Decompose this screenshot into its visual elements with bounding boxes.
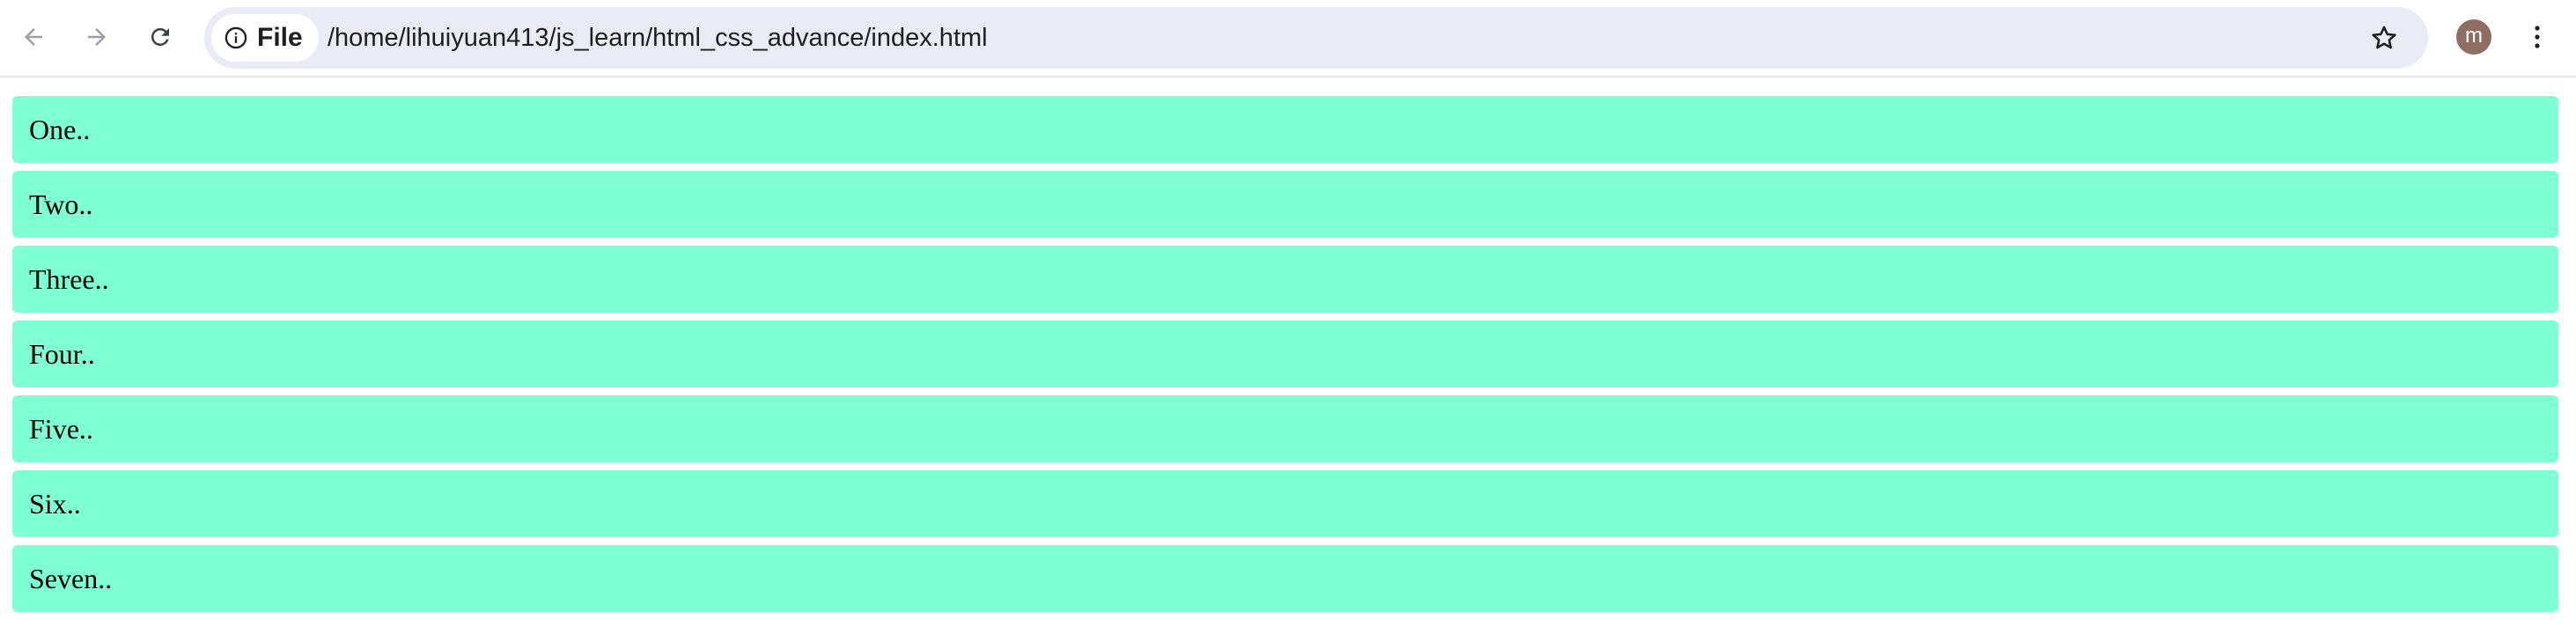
arrow-left-icon bbox=[25, 28, 42, 46]
forward-button[interactable] bbox=[77, 18, 116, 56]
list-item: Six.. bbox=[12, 470, 2558, 537]
list-item: Five.. bbox=[12, 395, 2558, 462]
site-info-label: File bbox=[257, 23, 303, 52]
browser-menu-button[interactable] bbox=[2521, 18, 2553, 56]
browser-toolbar: File /home/lihuiyuan413/js_learn/html_cs… bbox=[0, 0, 2576, 77]
list-item: Two.. bbox=[12, 171, 2558, 238]
bookmark-button[interactable] bbox=[2365, 18, 2403, 57]
reload-button[interactable] bbox=[141, 18, 180, 56]
address-bar[interactable]: File /home/lihuiyuan413/js_learn/html_cs… bbox=[204, 7, 2428, 69]
arrow-right-icon bbox=[88, 28, 106, 46]
list-item: Four.. bbox=[12, 321, 2558, 387]
back-button[interactable] bbox=[14, 18, 53, 56]
list-item: One.. bbox=[12, 96, 2558, 163]
vertical-dots-icon bbox=[2535, 26, 2540, 48]
profile-avatar[interactable]: m bbox=[2456, 19, 2491, 55]
reload-icon bbox=[151, 27, 169, 46]
info-circle-icon bbox=[224, 26, 247, 49]
url-text[interactable]: /home/lihuiyuan413/js_learn/html_css_adv… bbox=[328, 7, 988, 69]
site-info-chip[interactable]: File bbox=[211, 14, 319, 62]
list-item: Three.. bbox=[12, 246, 2558, 313]
star-icon bbox=[2372, 26, 2396, 49]
list-item: Seven.. bbox=[12, 545, 2558, 612]
page-content: One.. Two.. Three.. Four.. Five.. Six.. … bbox=[12, 96, 2558, 620]
